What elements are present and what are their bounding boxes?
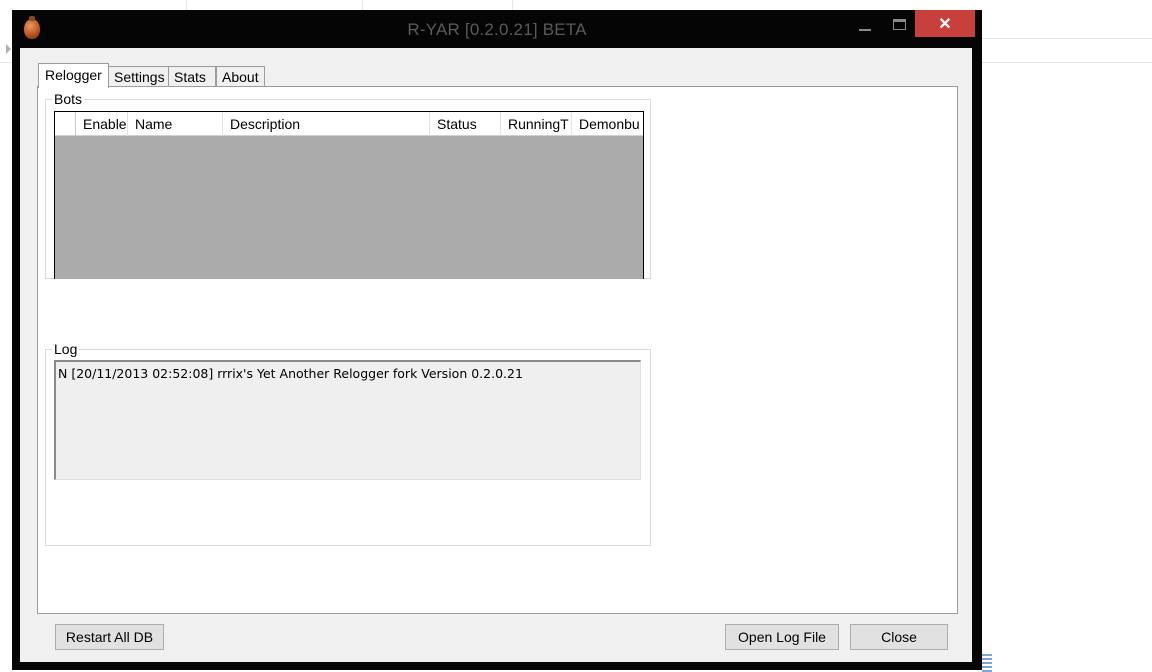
minimize-button[interactable] [850, 10, 880, 38]
background-divider [186, 0, 187, 10]
maximize-button[interactable] [884, 10, 914, 38]
bots-group-label: Bots [52, 91, 85, 107]
background-divider [362, 0, 363, 10]
tab-settings[interactable]: Settings [108, 66, 171, 87]
window-close-button[interactable]: ✕ [915, 10, 975, 37]
background-arrow-icon [6, 44, 11, 54]
bots-grid-header: Enable Name Description Status RunningT … [55, 112, 643, 136]
relogger-panel: Bots Enable Name Description Status Runn… [37, 86, 958, 614]
tab-about[interactable]: About [216, 66, 265, 87]
close-button[interactable]: Close [850, 624, 948, 650]
bots-grid[interactable]: Enable Name Description Status RunningT … [54, 111, 644, 279]
column-header-description[interactable]: Description [223, 112, 430, 136]
main-window: R-YAR [0.2.0.21] BETA ✕ Relogger Setting… [12, 10, 982, 670]
open-log-file-button[interactable]: Open Log File [725, 624, 839, 650]
log-group: Log N [20/11/2013 02:52:08] rrrix's Yet … [45, 342, 651, 546]
log-group-label: Log [52, 341, 80, 357]
column-header-demonbuddy[interactable]: Demonbu [572, 112, 644, 136]
client-area: Relogger Settings Stats About Bots Enabl… [20, 48, 972, 662]
column-header-runningtime[interactable]: RunningT [501, 112, 572, 136]
window-title: R-YAR [0.2.0.21] BETA [407, 20, 587, 39]
tab-stats[interactable]: Stats [168, 66, 216, 87]
close-icon: ✕ [938, 15, 952, 33]
tab-relogger[interactable]: Relogger [38, 63, 109, 88]
background-divider [512, 0, 513, 10]
background-divider [982, 62, 1152, 63]
column-header-name[interactable]: Name [128, 112, 223, 136]
maximize-icon [892, 18, 906, 30]
background-divider [0, 62, 12, 63]
background-corner-icon [982, 654, 992, 672]
column-header-enable[interactable]: Enable [76, 112, 128, 136]
row-header-cell [55, 112, 76, 136]
minimize-icon [859, 29, 871, 31]
log-line: N [20/11/2013 02:52:08] rrrix's Yet Anot… [58, 366, 523, 381]
restart-all-db-button[interactable]: Restart All DB [55, 624, 164, 650]
column-header-status[interactable]: Status [430, 112, 501, 136]
bots-group: Bots Enable Name Description Status Runn… [45, 92, 651, 279]
log-textbox[interactable]: N [20/11/2013 02:52:08] rrrix's Yet Anot… [54, 360, 641, 480]
background-divider [982, 38, 1152, 39]
